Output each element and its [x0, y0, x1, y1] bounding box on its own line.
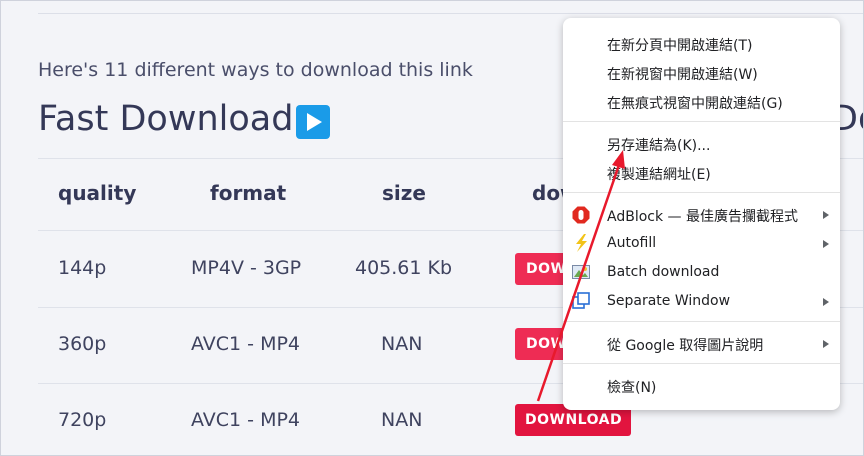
annotation-arrow	[536, 150, 625, 402]
page-frame: Here's 11 different ways to download thi…	[0, 0, 864, 456]
